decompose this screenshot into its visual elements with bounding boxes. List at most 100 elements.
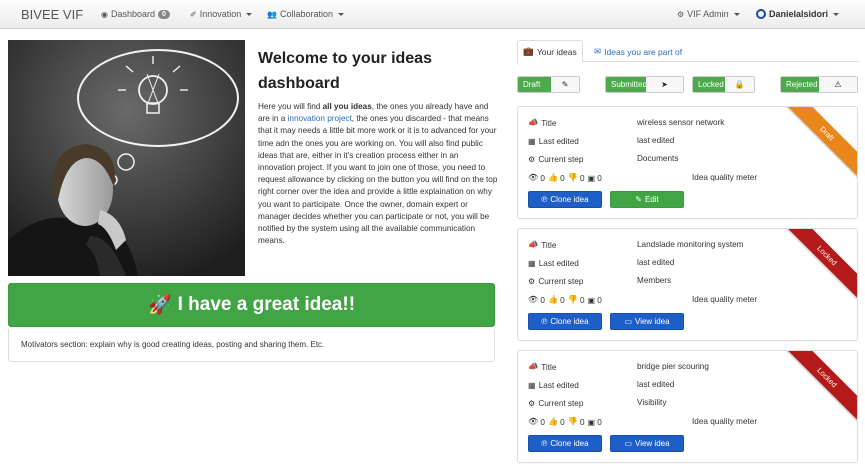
filter-rejected-button[interactable]: Rejected ⚠ [780, 76, 858, 93]
gears-icon: ⚙ [528, 277, 536, 286]
top-navbar: BIVEE VIF ◉ Dashboard 0 ✐ Innovation 👥 C… [0, 0, 865, 29]
title-label: Title [541, 362, 557, 372]
last-edited-row: ▦ Last edited [528, 258, 579, 269]
pencil-icon: ✐ [190, 9, 197, 19]
view-idea-label: View idea [635, 317, 670, 326]
thumbs-up-icon: 👍 [547, 417, 559, 426]
view-idea-label: View idea [635, 439, 670, 448]
thinking-person-image [8, 40, 245, 276]
welcome-text-part: Here you will find [258, 102, 323, 111]
edit-idea-button[interactable]: ✎ Edit [610, 191, 684, 208]
filter-draft-label: Draft [518, 77, 552, 92]
comment-icon: ▣ [587, 296, 596, 305]
views-value: 0 [540, 417, 545, 427]
nav-user-label: Danielalsidori [769, 9, 829, 19]
dislikes-count: 👎 0 [568, 295, 585, 305]
clone-idea-button[interactable]: ℗ Clone idea [528, 435, 602, 452]
likes-value: 0 [560, 173, 565, 183]
nav-collaboration-label: Collaboration [279, 9, 334, 19]
brand-logo[interactable]: BIVEE VIF [21, 7, 83, 22]
current-step-label: Current step [538, 154, 584, 164]
warning-icon: ⚠ [819, 77, 857, 92]
innovation-project-link[interactable]: innovation project [288, 114, 352, 123]
chevron-down-icon [338, 12, 345, 16]
clone-idea-label: Clone idea [550, 195, 589, 204]
idea-current-step: Documents [637, 154, 679, 163]
clone-idea-label: Clone idea [550, 317, 589, 326]
chevron-down-icon [833, 12, 840, 16]
views-value: 0 [540, 295, 545, 305]
megaphone-icon: 📣 [528, 362, 539, 371]
nav-dashboard[interactable]: ◉ Dashboard 0 [101, 9, 170, 19]
megaphone-icon: 📣 [528, 118, 539, 127]
likes-value: 0 [560, 417, 565, 427]
views-count: 👁 0 [528, 295, 545, 305]
filter-submitted-button[interactable]: Submitted ➤ [605, 76, 684, 93]
chevron-down-icon [246, 12, 253, 16]
view-idea-button[interactable]: ▭ View idea [610, 435, 684, 452]
tab-your-ideas[interactable]: 💼 Your ideas [517, 40, 583, 63]
megaphone-icon: 📣 [528, 240, 539, 249]
dislikes-count: 👎 0 [568, 417, 585, 427]
nav-innovation[interactable]: ✐ Innovation [190, 9, 253, 19]
nav-admin-label: VIF Admin [687, 9, 729, 19]
quality-meter-label: Idea quality meter [692, 417, 758, 426]
nav-vif-admin[interactable]: ⚙ VIF Admin [677, 9, 740, 19]
last-edited-row: ▦ Last edited [528, 136, 579, 147]
dislikes-value: 0 [579, 173, 585, 183]
idea-last-edited: last edited [637, 380, 675, 389]
idea-current-step: Members [637, 276, 672, 285]
idea-title: wireless sensor network [637, 118, 725, 127]
gears-icon: ⚙ [677, 9, 685, 19]
idea-card: Locked 📣 Title Landslade monitoring syste… [517, 228, 858, 341]
thumbs-down-icon: 👎 [567, 173, 578, 182]
thumbs-down-icon: 👎 [567, 295, 578, 304]
views-count: 👁 0 [528, 173, 545, 183]
nav-user-menu[interactable]: Danielalsidori [756, 9, 840, 19]
current-step-label: Current step [538, 398, 584, 408]
filter-draft-button[interactable]: Draft ✎ [517, 76, 580, 93]
clone-icon: ℗ [541, 195, 548, 204]
user-circle-icon [756, 9, 766, 19]
current-step-row: ⚙ Current step [528, 154, 584, 165]
clone-idea-button[interactable]: ℗ Clone idea [528, 191, 602, 208]
view-idea-button[interactable]: ▭ View idea [610, 313, 684, 330]
dashboard-icon: ◉ [101, 9, 108, 19]
filter-locked-button[interactable]: Locked 🔒 [692, 76, 755, 93]
nav-collaboration[interactable]: 👥 Collaboration [267, 9, 345, 19]
clone-icon: ℗ [541, 317, 548, 326]
dislikes-count: 👎 0 [568, 173, 585, 183]
filter-rejected-label: Rejected [781, 77, 819, 92]
current-step-row: ⚙ Current step [528, 398, 584, 409]
likes-value: 0 [560, 295, 565, 305]
clone-icon: ℗ [541, 439, 548, 448]
motivators-section: Motivators section: explain why is good … [8, 329, 495, 362]
gears-icon: ⚙ [528, 399, 536, 408]
edit-icon: ✎ [635, 195, 642, 204]
comments-count: ▣ 0 [587, 295, 602, 306]
likes-count: 👍 0 [548, 417, 565, 427]
monitor-icon: ▭ [624, 317, 632, 326]
edit-idea-label: Edit [644, 195, 659, 204]
likes-count: 👍 0 [548, 295, 565, 305]
last-edited-label: Last edited [538, 380, 579, 390]
views-count: 👁 0 [528, 417, 545, 427]
thumbs-down-icon: 👎 [567, 417, 578, 426]
calendar-icon: ▦ [528, 259, 536, 268]
tab-ideas-part-of[interactable]: ✉ Ideas you are part of [594, 46, 682, 57]
great-idea-button[interactable]: 🚀 I have a great idea!! [8, 283, 495, 327]
eye-icon: 👁 [528, 173, 539, 182]
title-row: 📣 Title [528, 240, 556, 250]
clone-idea-button[interactable]: ℗ Clone idea [528, 313, 602, 330]
current-step-row: ⚙ Current step [528, 276, 583, 287]
idea-current-step: Visibility [637, 398, 667, 407]
tab-your-ideas-label: Your ideas [536, 46, 577, 57]
comments-value: 0 [597, 295, 602, 305]
envelope-icon: ✉ [594, 46, 602, 56]
status-ribbon: Locked [778, 351, 857, 426]
tab-ideas-part-of-label: Ideas you are part of [604, 46, 683, 57]
great-idea-label: I have a great idea!! [177, 294, 356, 315]
gears-icon: ⚙ [528, 155, 536, 164]
title-row: 📣 Title [528, 118, 556, 128]
dislikes-value: 0 [579, 295, 585, 305]
